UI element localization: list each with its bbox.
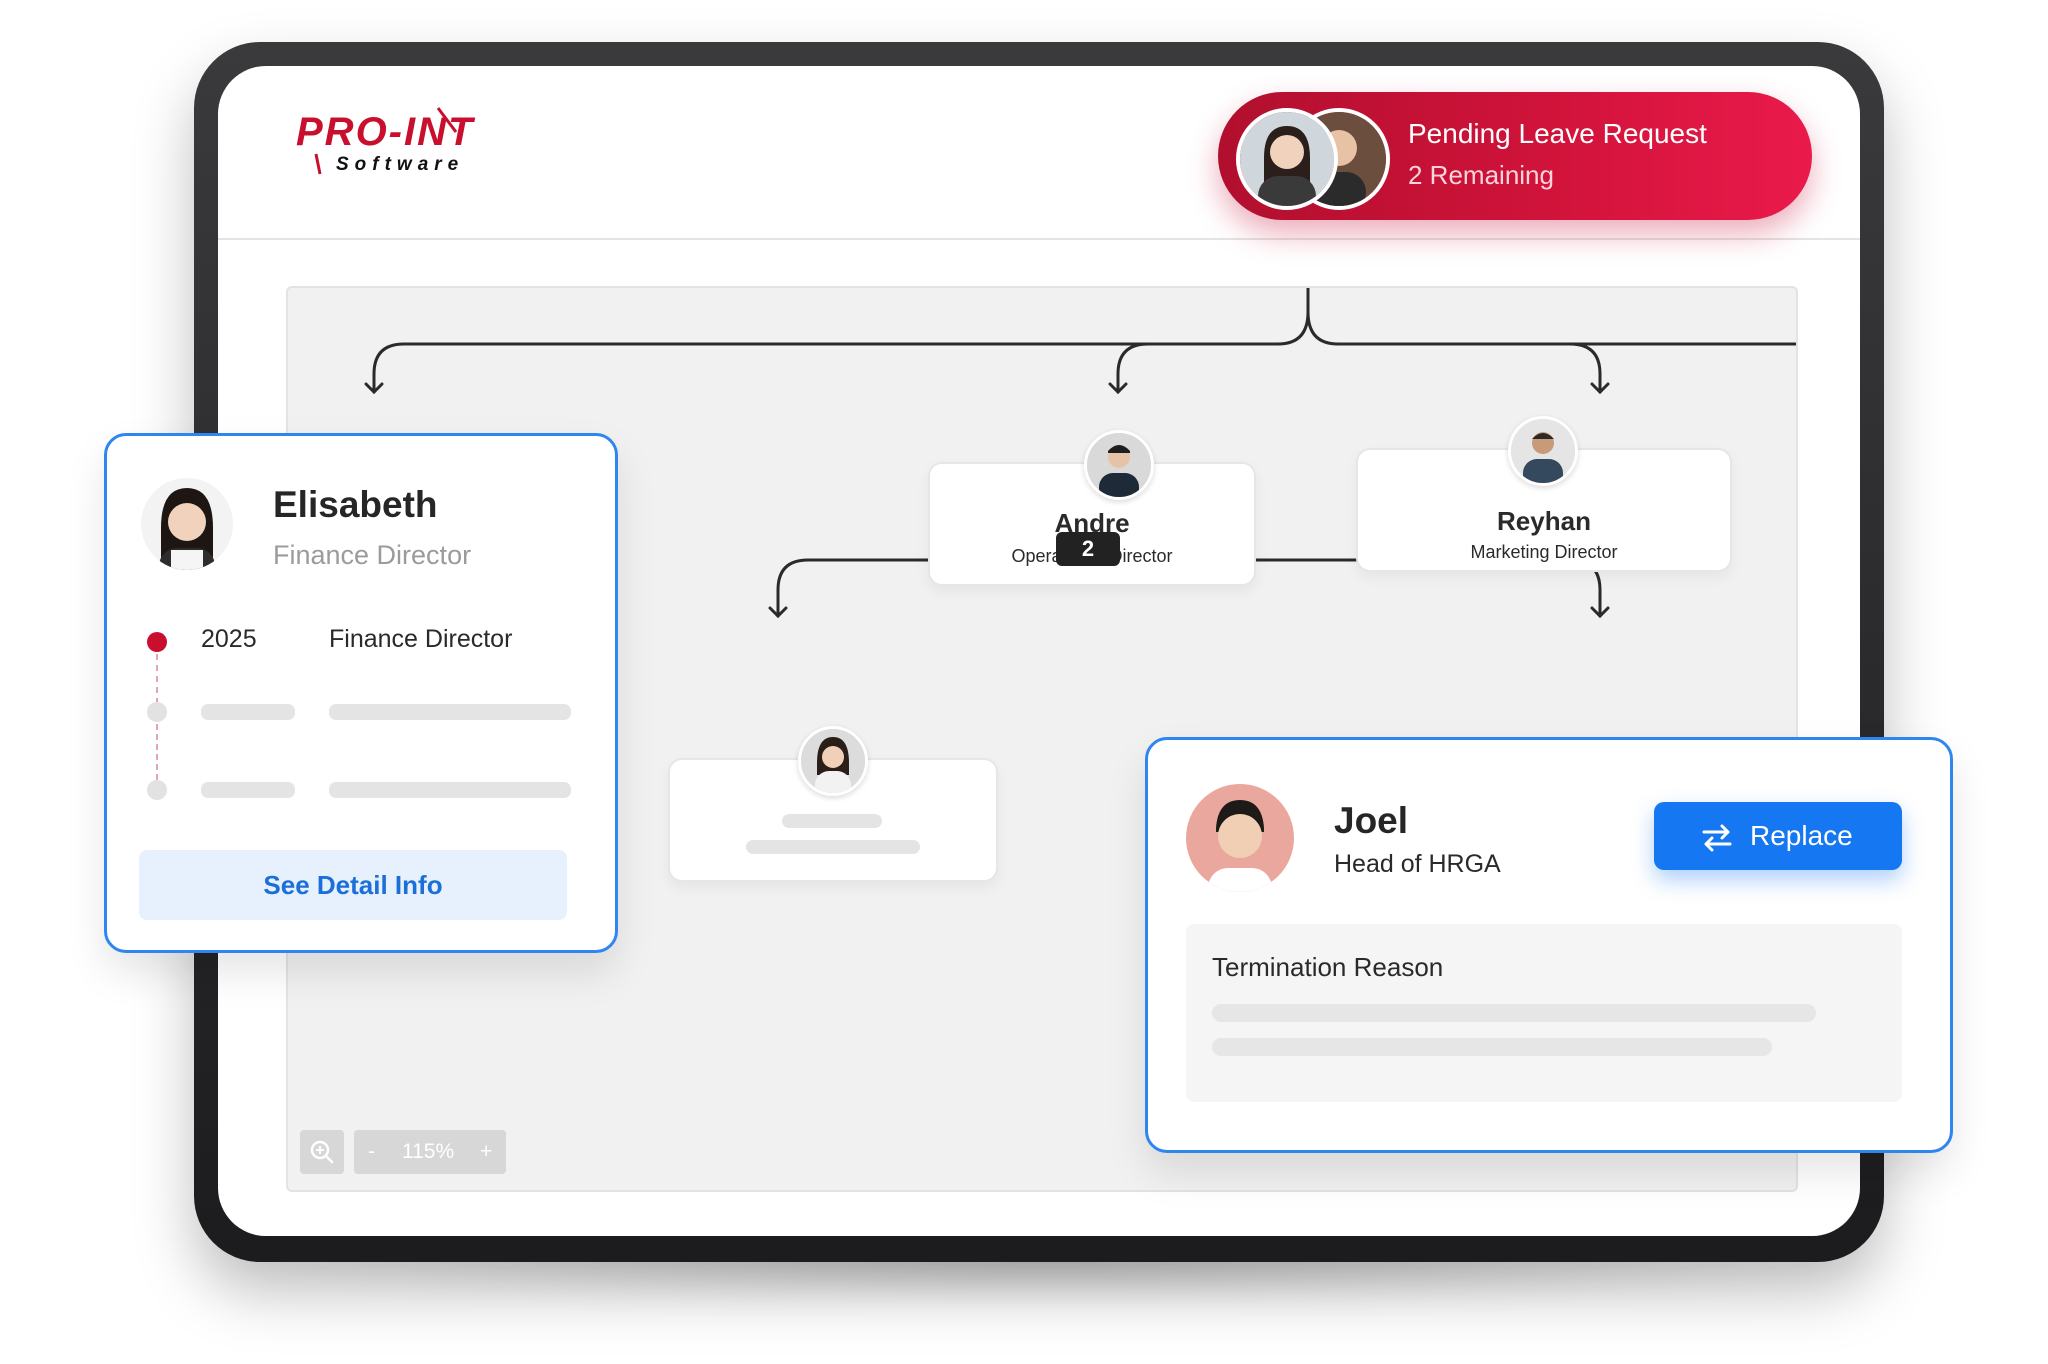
person-avatar-icon: [141, 478, 233, 570]
person-avatar-icon: [1087, 433, 1151, 497]
replace-button-label: Replace: [1750, 820, 1853, 851]
timeline-line: [156, 724, 158, 780]
timeline-dot-active: [147, 632, 167, 652]
node-role: Marketing Director: [1470, 542, 1618, 562]
person-avatar-icon: [801, 729, 865, 793]
andre-avatar: [1084, 430, 1154, 500]
employee-name: Joel: [1334, 800, 1409, 841]
history-placeholder: [201, 704, 295, 720]
zoom-level-control: - 115% +: [354, 1130, 506, 1174]
person-avatar-icon: [1240, 112, 1334, 206]
reason-placeholder: [1212, 1038, 1772, 1056]
termination-reason-section: Termination Reason: [1186, 924, 1902, 1102]
zoom-out-button[interactable]: -: [368, 1140, 375, 1164]
employee-profile-card[interactable]: Elisabeth Finance Director 2025 Finance …: [104, 433, 618, 953]
placeholder-line: [746, 840, 920, 854]
swap-icon: [1702, 824, 1732, 852]
employee-avatar: [798, 726, 868, 796]
timeline-line: [156, 654, 158, 704]
replace-button[interactable]: Replace: [1654, 802, 1902, 870]
joel-avatar: [1186, 784, 1294, 892]
pending-request-title: Pending Leave Request: [1408, 118, 1707, 149]
logo-brand: PRO-INT: [296, 110, 475, 154]
zoom-in-icon: [310, 1140, 334, 1164]
reason-placeholder: [1212, 1004, 1816, 1022]
pending-leave-request-banner[interactable]: Pending Leave Request 2 Remaining: [1218, 92, 1812, 220]
subordinate-count-badge[interactable]: 2: [1056, 532, 1120, 566]
profile-role: Finance Director: [273, 540, 472, 570]
employee-role: Head of HRGA: [1334, 850, 1501, 878]
reyhan-avatar: [1508, 416, 1578, 486]
history-placeholder: [329, 782, 571, 798]
pending-request-count: 2 Remaining: [1408, 160, 1554, 190]
history-position: Finance Director: [329, 625, 513, 653]
placeholder-line: [782, 814, 882, 828]
history-placeholder: [201, 782, 295, 798]
company-logo[interactable]: PRO-INT Software: [290, 102, 480, 192]
person-avatar-icon: [1511, 419, 1575, 483]
profile-name: Elisabeth: [273, 484, 438, 525]
zoom-level: 115%: [402, 1140, 455, 1163]
timeline-dot: [147, 780, 167, 800]
termination-reason-title: Termination Reason: [1212, 952, 1444, 982]
requester-avatar-1: [1236, 108, 1338, 210]
app-header: PRO-INT Software Pending Leave Request 2…: [218, 66, 1860, 240]
elisabeth-avatar: [141, 478, 233, 570]
node-name: Reyhan: [1497, 506, 1591, 536]
employee-replace-card[interactable]: Joel Head of HRGA Replace Termination Re…: [1145, 737, 1953, 1153]
timeline-dot: [147, 702, 167, 722]
person-avatar-icon: [1186, 784, 1294, 892]
logo-subtitle: Software: [336, 154, 465, 175]
zoom-fit-button[interactable]: [300, 1130, 344, 1174]
history-placeholder: [329, 704, 571, 720]
zoom-in-button[interactable]: +: [480, 1140, 492, 1164]
history-year: 2025: [201, 625, 257, 653]
see-detail-info-button[interactable]: See Detail Info: [139, 850, 567, 920]
